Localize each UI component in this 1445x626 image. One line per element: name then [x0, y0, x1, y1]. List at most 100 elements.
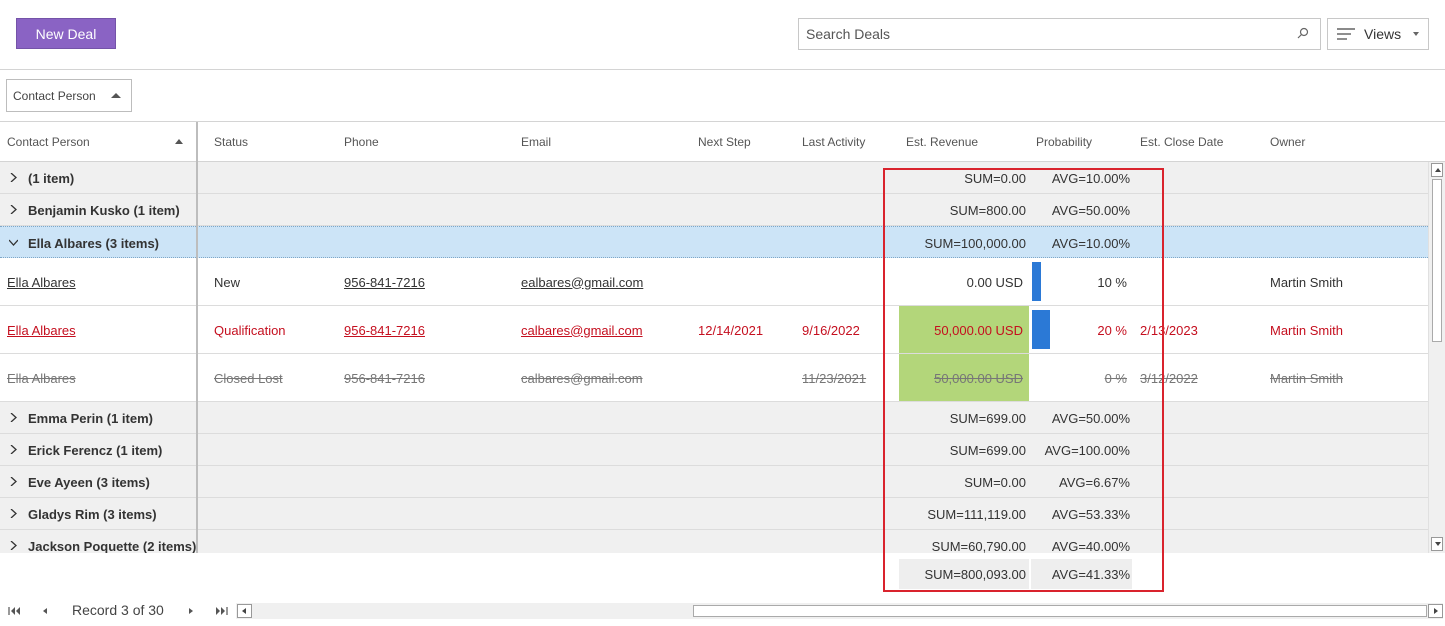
group-row[interactable]: Erick Ferencz (1 item) SUM=699.00 AVG=10…	[0, 434, 1428, 466]
header-est-close-date[interactable]: Est. Close Date	[1140, 122, 1223, 162]
vertical-scrollbar[interactable]	[1428, 162, 1445, 553]
previous-page-icon[interactable]	[41, 604, 49, 618]
table-row[interactable]: Ella Albares New 956-841-7216 ealbares@g…	[0, 258, 1428, 306]
total-revenue-sum: SUM=800,093.00	[899, 559, 1029, 589]
totals-footer: SUM=800,093.00 AVG=41.33%	[0, 553, 1445, 595]
owner-cell: Martin Smith	[1270, 274, 1343, 290]
search-input[interactable]	[799, 19, 1279, 49]
new-deal-button[interactable]: New Deal	[16, 18, 116, 49]
header-contact-person[interactable]: Contact Person	[7, 122, 172, 162]
header-status[interactable]: Status	[214, 122, 248, 162]
group-revenue-sum: SUM=699.00	[949, 442, 1026, 458]
group-row[interactable]: Emma Perin (1 item) SUM=699.00 AVG=50.00…	[0, 402, 1428, 434]
group-revenue-sum: SUM=699.00	[949, 410, 1026, 426]
toolbar: New Deal Views	[0, 0, 1445, 70]
table-row[interactable]: Ella Albares Qualification 956-841-7216 …	[0, 306, 1428, 354]
chevron-right-icon[interactable]	[9, 509, 18, 518]
horizontal-scrollbar[interactable]	[236, 603, 1443, 619]
group-title: Erick Ferencz (1 item)	[28, 442, 163, 458]
chevron-right-icon[interactable]	[9, 205, 18, 214]
probability-cell: 20 %	[1097, 322, 1127, 338]
group-probability-avg: AVG=10.00%	[1051, 170, 1130, 186]
header-next-step[interactable]: Next Step	[698, 122, 751, 162]
table-row[interactable]: Ella Albares Closed Lost 956-841-7216 ca…	[0, 354, 1428, 402]
search-box[interactable]	[798, 18, 1321, 50]
sort-ascending-icon	[111, 93, 121, 98]
est-revenue-cell: 50,000.00 USD	[934, 370, 1023, 386]
group-title: (1 item)	[28, 170, 75, 186]
group-probability-avg: AVG=40.00%	[1051, 538, 1130, 554]
phone-link[interactable]: 956-841-7216	[344, 306, 425, 354]
probability-cell: 10 %	[1097, 274, 1127, 290]
group-row[interactable]: Eve Ayeen (3 items) SUM=0.00 AVG=6.67%	[0, 466, 1428, 498]
close-date-cell: 3/12/2022	[1140, 370, 1198, 386]
contact-person-link[interactable]: Ella Albares	[7, 354, 76, 402]
first-page-icon[interactable]	[8, 604, 22, 618]
group-probability-avg: AVG=53.33%	[1051, 506, 1130, 522]
group-row[interactable]: Jackson Poquette (2 items) SUM=60,790.00…	[0, 530, 1428, 553]
group-row[interactable]: Gladys Rim (3 items) SUM=111,119.00 AVG=…	[0, 498, 1428, 530]
chevron-right-icon[interactable]	[9, 477, 18, 486]
search-icon[interactable]	[1296, 26, 1310, 40]
email-link[interactable]: calbares@gmail.com	[521, 306, 643, 354]
chevron-right-icon[interactable]	[9, 173, 18, 182]
chevron-right-icon[interactable]	[9, 413, 18, 422]
status-cell: Qualification	[214, 322, 286, 338]
fixed-column-divider	[196, 122, 198, 553]
group-probability-avg: AVG=50.00%	[1051, 202, 1130, 218]
pager: Record 3 of 30	[0, 596, 1445, 626]
contact-person-link[interactable]: Ella Albares	[7, 258, 76, 306]
group-title: Ella Albares (3 items)	[28, 235, 160, 251]
group-probability-avg: AVG=100.00%	[1044, 442, 1130, 458]
contact-person-link[interactable]: Ella Albares	[7, 306, 76, 354]
chevron-down-icon[interactable]	[9, 238, 18, 247]
group-probability-avg: AVG=6.67%	[1059, 474, 1130, 490]
record-info: Record 3 of 30	[72, 602, 164, 618]
chevron-right-icon[interactable]	[9, 445, 18, 454]
scroll-thumb[interactable]	[1432, 179, 1442, 342]
group-title: Benjamin Kusko (1 item)	[28, 202, 180, 218]
header-phone[interactable]: Phone	[344, 122, 379, 162]
views-button[interactable]: Views	[1327, 18, 1429, 50]
grid-header: Contact Person Status Phone Email Next S…	[0, 122, 1445, 162]
group-revenue-sum: SUM=111,119.00	[927, 506, 1026, 522]
group-title: Emma Perin (1 item)	[28, 410, 153, 426]
group-chip-label: Contact Person	[13, 88, 96, 103]
header-email[interactable]: Email	[521, 122, 551, 162]
header-owner[interactable]: Owner	[1270, 122, 1305, 162]
group-revenue-sum: SUM=800.00	[949, 202, 1026, 218]
group-revenue-sum: SUM=100,000.00	[924, 235, 1026, 251]
scroll-down-button[interactable]	[1431, 537, 1443, 551]
close-date-cell: 2/13/2023	[1140, 322, 1198, 338]
group-row[interactable]: (1 item) SUM=0.00 AVG=10.00%	[0, 162, 1428, 194]
group-probability-avg: AVG=10.00%	[1051, 235, 1130, 251]
owner-cell: Martin Smith	[1270, 370, 1343, 386]
next-step-cell: 12/14/2021	[698, 322, 764, 338]
group-title: Jackson Poquette (2 items)	[28, 538, 196, 554]
group-revenue-sum: SUM=0.00	[964, 170, 1026, 186]
chevron-right-icon	[1434, 608, 1438, 614]
sort-ascending-icon	[175, 139, 183, 144]
owner-cell: Martin Smith	[1270, 322, 1343, 338]
est-revenue-cell: 50,000.00 USD	[934, 322, 1023, 338]
scroll-left-button[interactable]	[237, 604, 252, 618]
group-row-selected[interactable]: Ella Albares (3 items) SUM=100,000.00 AV…	[0, 226, 1428, 258]
email-link[interactable]: ealbares@gmail.com	[521, 258, 643, 306]
phone-link[interactable]: 956-841-7216	[344, 354, 425, 402]
phone-link[interactable]: 956-841-7216	[344, 258, 425, 306]
group-row[interactable]: Benjamin Kusko (1 item) SUM=800.00 AVG=5…	[0, 194, 1428, 226]
scroll-right-button[interactable]	[1428, 604, 1443, 618]
horizontal-scroll-thumb[interactable]	[693, 605, 1427, 617]
group-title: Gladys Rim (3 items)	[28, 506, 157, 522]
header-last-activity[interactable]: Last Activity	[802, 122, 865, 162]
chevron-right-icon[interactable]	[9, 541, 18, 550]
header-est-revenue[interactable]: Est. Revenue	[906, 122, 978, 162]
group-title: Eve Ayeen (3 items)	[28, 474, 150, 490]
next-page-icon[interactable]	[187, 604, 195, 618]
email-link[interactable]: calbares@gmail.com	[521, 354, 643, 402]
group-by-contact-person-chip[interactable]: Contact Person	[6, 79, 132, 112]
chevron-down-icon	[1413, 32, 1420, 36]
last-page-icon[interactable]	[214, 604, 228, 618]
scroll-up-button[interactable]	[1431, 163, 1443, 177]
header-probability[interactable]: Probability	[1036, 122, 1092, 162]
